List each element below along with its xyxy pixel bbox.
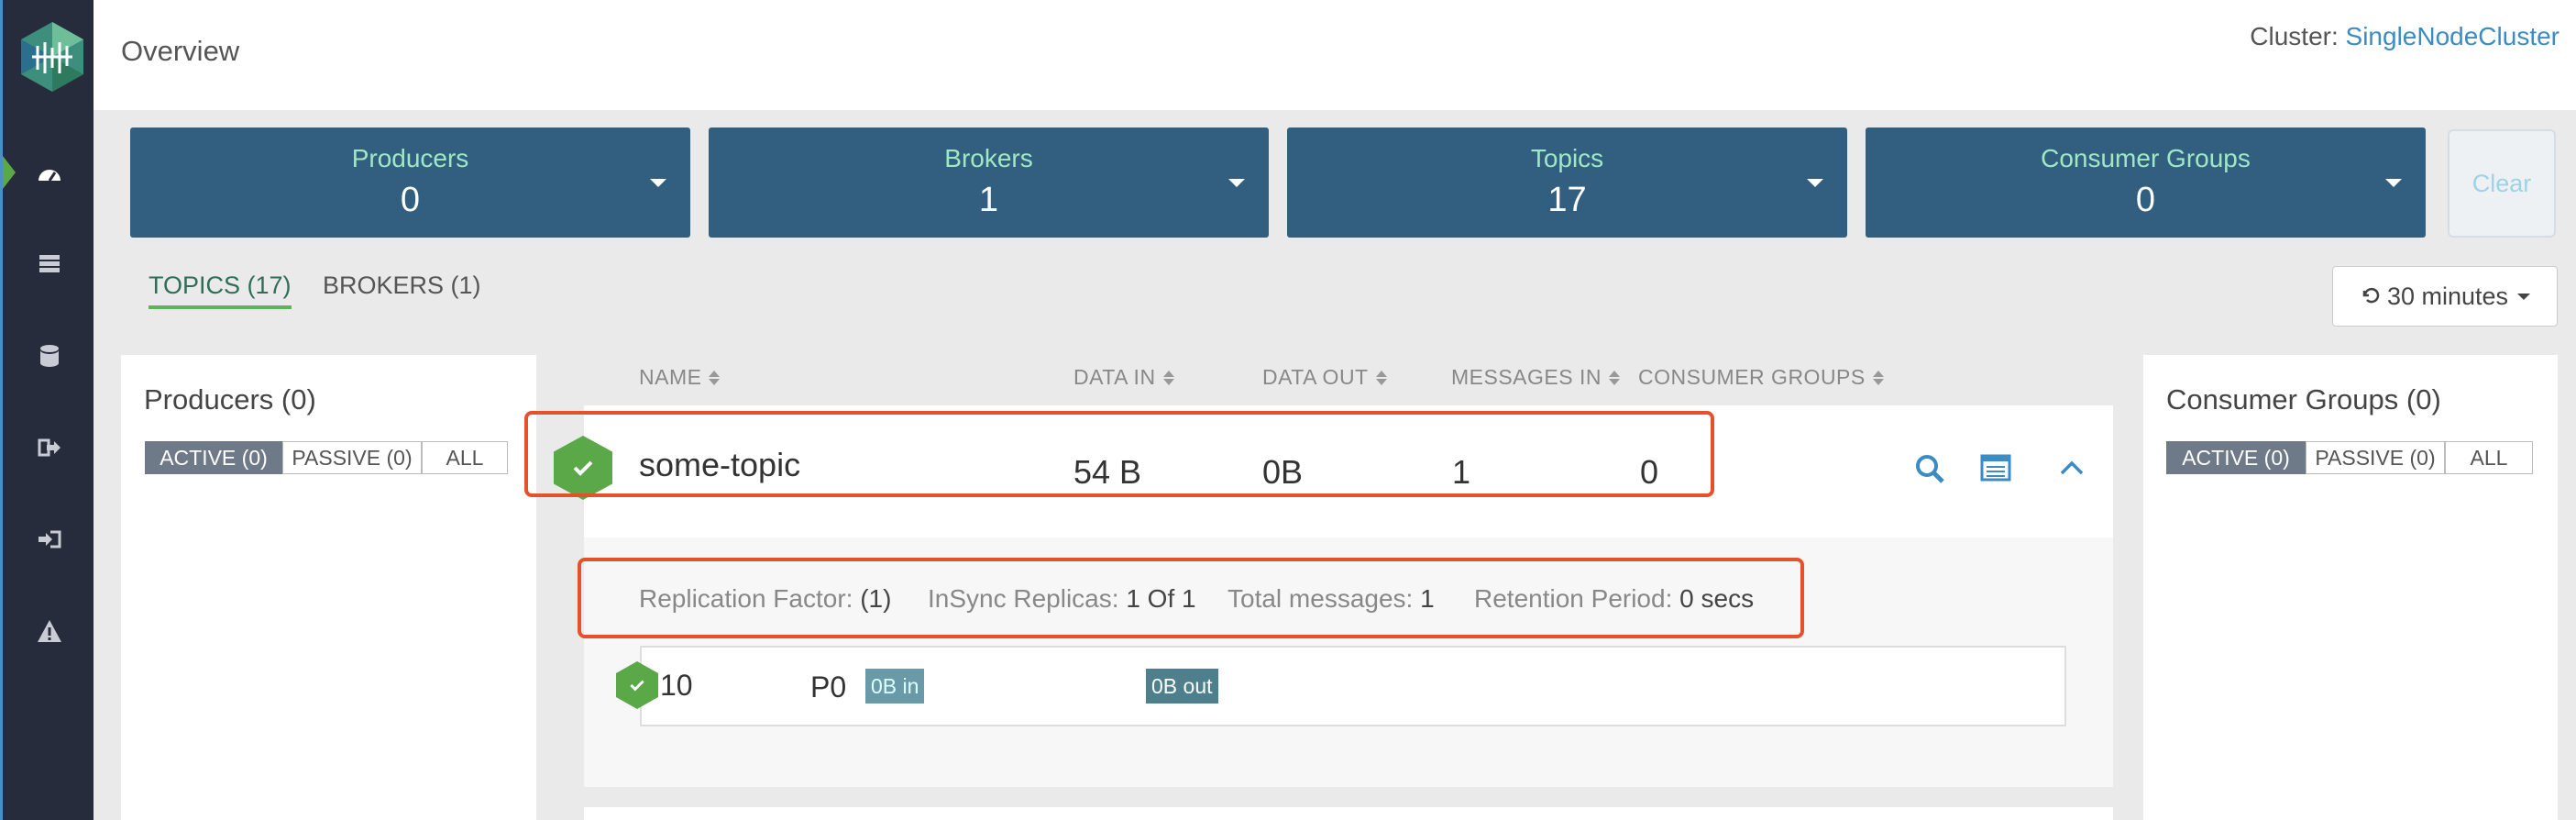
caret-down-icon[interactable] bbox=[1228, 179, 1245, 187]
card-label: Producers bbox=[351, 144, 469, 172]
filter-all[interactable]: ALL bbox=[2445, 441, 2533, 474]
card-value: 17 bbox=[1547, 181, 1587, 219]
filter-active[interactable]: ACTIVE (0) bbox=[2166, 441, 2306, 474]
sign-out-icon[interactable] bbox=[3, 420, 96, 475]
column-label: DATA IN bbox=[1073, 365, 1156, 389]
sort-icon bbox=[709, 370, 721, 385]
caret-down-icon[interactable] bbox=[2385, 179, 2402, 187]
producers-filter-group: ACTIVE (0) PASSIVE (0) ALL bbox=[145, 441, 508, 474]
cluster-indicator: Cluster: SingleNodeCluster bbox=[2250, 22, 2559, 51]
tab-topics[interactable]: TOPICS (17) bbox=[149, 271, 292, 309]
sign-in-icon[interactable] bbox=[3, 512, 96, 567]
card-value: 0 bbox=[400, 181, 421, 219]
highlight-box-topic bbox=[524, 411, 1714, 497]
card-value: 1 bbox=[978, 181, 999, 219]
logo[interactable] bbox=[21, 22, 83, 92]
highlight-box-details bbox=[578, 558, 1804, 638]
clear-button[interactable]: Clear bbox=[2448, 129, 2556, 238]
consumer-groups-panel-title: Consumer Groups (0) bbox=[2166, 383, 2441, 416]
filter-all[interactable]: ALL bbox=[422, 441, 508, 474]
cluster-link[interactable]: SingleNodeCluster bbox=[2346, 22, 2559, 50]
filter-passive[interactable]: PASSIVE (0) bbox=[2306, 441, 2445, 474]
column-label: DATA OUT bbox=[1262, 365, 1369, 389]
partition-broker: 10 bbox=[660, 669, 693, 702]
filter-active[interactable]: ACTIVE (0) bbox=[145, 441, 282, 474]
card-label: Consumer Groups bbox=[2041, 144, 2251, 172]
column-label: NAME bbox=[639, 365, 702, 389]
column-header-data-out[interactable]: DATA OUT bbox=[1262, 365, 1387, 390]
column-header-name[interactable]: NAME bbox=[639, 365, 721, 390]
sort-icon bbox=[1608, 370, 1620, 385]
card-label: Brokers bbox=[944, 144, 1033, 172]
partition-row[interactable] bbox=[640, 646, 2066, 726]
dashboard-icon[interactable] bbox=[3, 147, 96, 202]
producers-card[interactable]: Producers 0 bbox=[130, 127, 690, 238]
header-bar bbox=[94, 0, 2576, 110]
column-header-consumer-groups[interactable]: CONSUMER GROUPS bbox=[1638, 365, 1884, 390]
caret-down-icon[interactable] bbox=[1807, 179, 1823, 187]
config-icon[interactable] bbox=[1980, 454, 2011, 486]
topics-card[interactable]: Topics 17 bbox=[1287, 127, 1847, 238]
cluster-label: Cluster: bbox=[2250, 22, 2339, 50]
column-label: CONSUMER GROUPS bbox=[1638, 365, 1866, 389]
producers-panel-title: Producers (0) bbox=[144, 383, 316, 416]
sidebar bbox=[0, 0, 94, 820]
column-header-messages-in[interactable]: MESSAGES IN bbox=[1451, 365, 1620, 390]
sort-icon bbox=[1872, 370, 1884, 385]
column-header-data-in[interactable]: DATA IN bbox=[1073, 365, 1174, 390]
database-icon[interactable] bbox=[3, 328, 96, 383]
next-topic-row[interactable] bbox=[584, 807, 2113, 820]
refresh-icon bbox=[2362, 287, 2380, 304]
page-title: Overview bbox=[121, 35, 240, 67]
caret-down-icon bbox=[2517, 293, 2531, 300]
search-icon[interactable] bbox=[1914, 453, 1945, 489]
partition-out-badge: 0B out bbox=[1146, 669, 1218, 704]
card-value: 0 bbox=[2135, 181, 2156, 219]
consumer-groups-card[interactable]: Consumer Groups 0 bbox=[1866, 127, 2426, 238]
filter-passive[interactable]: PASSIVE (0) bbox=[282, 441, 422, 474]
consumers-filter-group: ACTIVE (0) PASSIVE (0) ALL bbox=[2166, 441, 2533, 474]
chevron-up-icon[interactable] bbox=[2058, 459, 2086, 482]
partition-id: P0 bbox=[810, 670, 847, 704]
warning-icon[interactable] bbox=[3, 604, 96, 659]
servers-icon[interactable] bbox=[3, 237, 96, 292]
card-label: Topics bbox=[1530, 144, 1604, 172]
sort-icon bbox=[1162, 370, 1174, 385]
column-label: MESSAGES IN bbox=[1451, 365, 1602, 389]
consumer-groups-panel bbox=[2143, 355, 2558, 820]
time-range-value: 30 minutes bbox=[2386, 282, 2509, 310]
caret-down-icon[interactable] bbox=[650, 179, 666, 187]
partition-in-badge: 0B in bbox=[865, 669, 925, 704]
time-range-dropdown[interactable]: 30 minutes bbox=[2332, 266, 2558, 327]
tab-brokers[interactable]: BROKERS (1) bbox=[323, 271, 481, 300]
sort-icon bbox=[1375, 370, 1387, 385]
producers-panel bbox=[121, 355, 536, 820]
brokers-card[interactable]: Brokers 1 bbox=[709, 127, 1269, 238]
